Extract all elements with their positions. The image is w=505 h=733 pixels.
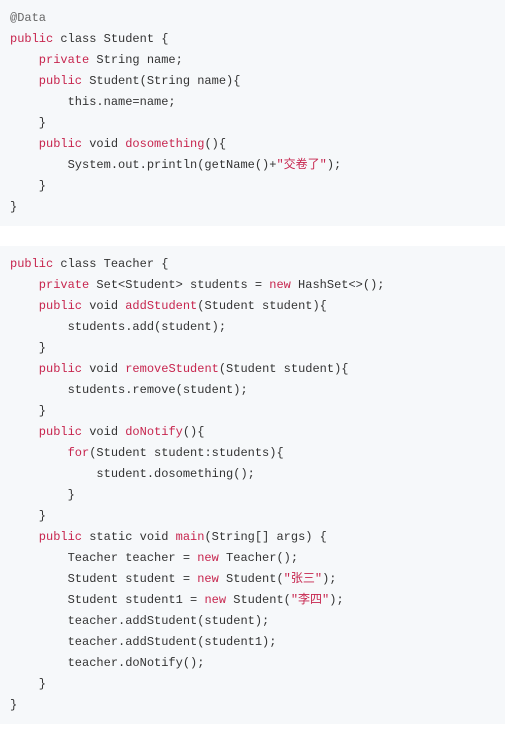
code-text: } — [10, 116, 46, 130]
code-text: class Student { — [53, 32, 168, 46]
keyword-public: public — [10, 74, 82, 88]
block-gap — [0, 226, 505, 246]
code-text: void — [82, 425, 125, 439]
code-text: ); — [329, 593, 343, 607]
code-text: (Student student){ — [197, 299, 327, 313]
code-text: } — [10, 488, 75, 502]
code-text: HashSet<>(); — [291, 278, 385, 292]
code-text: teacher.doNotify(); — [10, 656, 204, 670]
code-text: class Teacher { — [53, 257, 168, 271]
code-text: ); — [327, 158, 341, 172]
code-text: static void — [82, 530, 176, 544]
string-literal: "张三" — [284, 572, 322, 586]
code-text: (Student student:students){ — [89, 446, 283, 460]
code-text: Teacher teacher = — [10, 551, 197, 565]
code-text: void — [82, 299, 125, 313]
annotation: @Data — [10, 11, 46, 25]
method-name: main — [176, 530, 205, 544]
keyword-public: public — [10, 257, 53, 271]
string-literal: "李四" — [291, 593, 329, 607]
code-text: teacher.addStudent(student); — [10, 614, 269, 628]
code-text: teacher.addStudent(student1); — [10, 635, 276, 649]
code-text: } — [10, 404, 46, 418]
code-text: (Student student){ — [219, 362, 349, 376]
code-text: void — [82, 137, 125, 151]
code-text: Student student = — [10, 572, 197, 586]
code-text: this.name=name; — [10, 95, 176, 109]
code-text: student.dosomething(); — [10, 467, 255, 481]
code-text: } — [10, 677, 46, 691]
keyword-new: new — [269, 278, 291, 292]
code-text: String name; — [89, 53, 183, 67]
code-block-teacher: public class Teacher { private Set<Stude… — [0, 246, 505, 724]
code-text: Student( — [226, 593, 291, 607]
code-text: } — [10, 200, 17, 214]
code-text: } — [10, 179, 46, 193]
keyword-new: new — [197, 551, 219, 565]
method-name: doNotify — [125, 425, 183, 439]
code-text: ); — [322, 572, 336, 586]
code-text: Student student1 = — [10, 593, 204, 607]
code-text: System.out.println(getName()+ — [10, 158, 276, 172]
code-text: (){ — [204, 137, 226, 151]
code-block-student: @Data public class Student { private Str… — [0, 0, 505, 226]
code-text: void — [82, 362, 125, 376]
code-text: students.add(student); — [10, 320, 226, 334]
method-name: addStudent — [125, 299, 197, 313]
code-text: } — [10, 341, 46, 355]
method-name: dosomething — [125, 137, 204, 151]
code-text: Student(String name){ — [82, 74, 240, 88]
keyword-for: for — [10, 446, 89, 460]
keyword-new: new — [204, 593, 226, 607]
code-text: (){ — [183, 425, 205, 439]
keyword-public: public — [10, 137, 82, 151]
code-text: Set<Student> students = — [89, 278, 269, 292]
code-text: (String[] args) { — [204, 530, 326, 544]
string-literal: "交卷了" — [276, 158, 326, 172]
code-text: Teacher(); — [219, 551, 298, 565]
keyword-public: public — [10, 530, 82, 544]
code-text: students.remove(student); — [10, 383, 248, 397]
keyword-public: public — [10, 362, 82, 376]
code-text: } — [10, 698, 17, 712]
keyword-public: public — [10, 425, 82, 439]
code-text: } — [10, 509, 46, 523]
method-name: removeStudent — [125, 362, 219, 376]
keyword-public: public — [10, 299, 82, 313]
keyword-public: public — [10, 32, 53, 46]
keyword-private: private — [10, 53, 89, 67]
keyword-new: new — [197, 572, 219, 586]
code-text: Student( — [219, 572, 284, 586]
keyword-private: private — [10, 278, 89, 292]
